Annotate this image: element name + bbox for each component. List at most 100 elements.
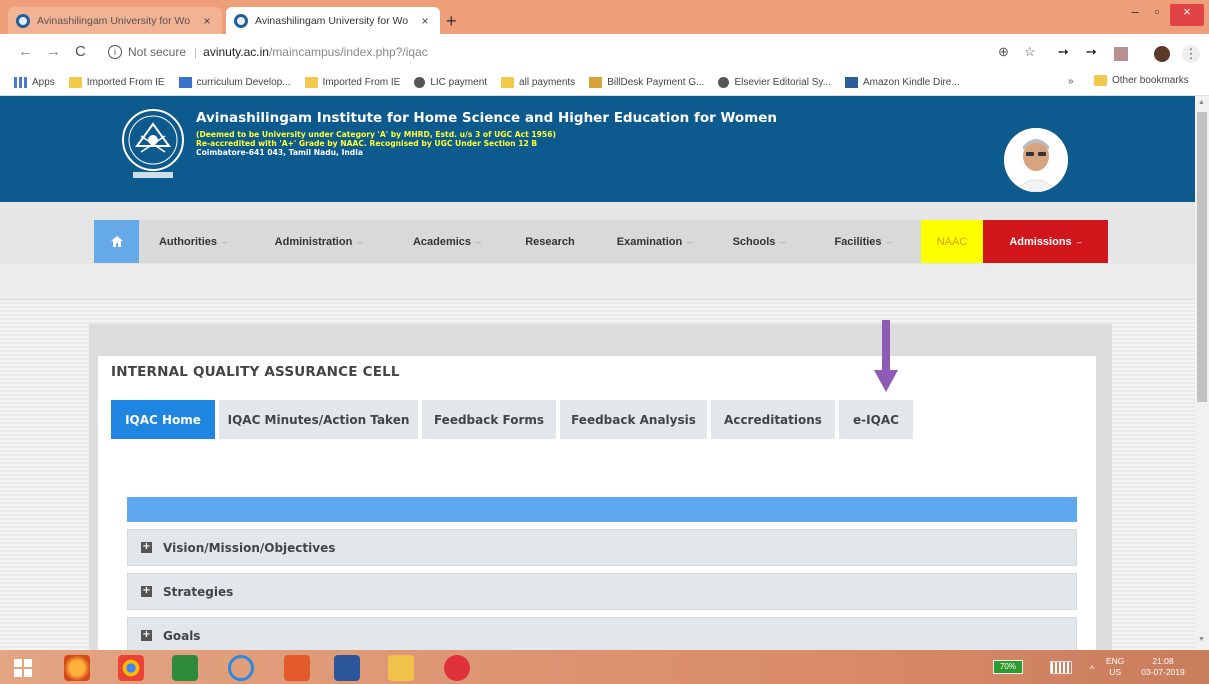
forward-button[interactable]: → [46, 43, 61, 60]
language-indicator[interactable]: ENG US [1106, 656, 1124, 678]
tab-title: Avinashilingam University for Wo [37, 14, 191, 27]
other-bookmarks[interactable]: Other bookmarks [1094, 75, 1189, 86]
scrollbar-thumb[interactable] [1197, 112, 1207, 402]
bookmark-label: Other bookmarks [1112, 75, 1189, 86]
windows-taskbar: 70% ^ ENG US 21:08 03-07-2019 [0, 650, 1209, 684]
window-maximize-button[interactable]: ▫ [1148, 4, 1166, 26]
word-icon[interactable] [334, 655, 360, 681]
scroll-up-icon[interactable]: ▲ [1198, 99, 1205, 106]
powerpoint-icon[interactable] [284, 655, 310, 681]
nav-item-research[interactable]: Research [504, 220, 596, 263]
language-code: ENG [1106, 656, 1125, 666]
bookmark-label: Imported From IE [86, 77, 165, 88]
tab-close-icon[interactable]: × [200, 14, 214, 28]
tab-iqac-minutes[interactable]: IQAC Minutes/Action Taken [219, 400, 418, 439]
bookmark-item[interactable]: all payments [501, 77, 575, 88]
tab-close-icon[interactable]: × [418, 14, 432, 28]
extension-icon[interactable] [1114, 47, 1128, 61]
card-icon [589, 77, 603, 88]
nav-item-schools[interactable]: Schools – [713, 220, 805, 263]
scroll-down-icon[interactable]: ▼ [1198, 636, 1205, 643]
bookmark-item[interactable]: curriculum Develop... [178, 77, 291, 88]
window-close-button[interactable]: × [1170, 4, 1204, 26]
nav-label: Admissions [1009, 235, 1072, 248]
chevron-down-icon: – [476, 236, 482, 247]
accordion-strategies[interactable]: + Strategies [127, 573, 1077, 610]
bookmark-item[interactable]: Imported From IE [304, 77, 400, 88]
reload-button[interactable]: C [75, 43, 86, 60]
browser-menu-icon[interactable]: ⋮ [1182, 45, 1200, 63]
bookmark-item[interactable]: LIC payment [414, 77, 487, 88]
nav-home[interactable] [94, 220, 139, 263]
bookmark-item[interactable]: Elsevier Editorial Sy... [718, 77, 831, 88]
browser-tab-strip: Avinashilingam University for Wo × Avina… [0, 0, 1209, 34]
url-separator: | [194, 45, 198, 59]
tab-title: Avinashilingam University for Wo [255, 14, 409, 27]
university-emblem-icon[interactable] [117, 106, 189, 182]
browser-tab-active[interactable]: Avinashilingam University for Wo × [226, 7, 440, 34]
tab-feedback-analysis[interactable]: Feedback Analysis [560, 400, 707, 439]
tab-accreditations[interactable]: Accreditations [711, 400, 835, 439]
bookmark-item[interactable]: Amazon Kindle Dire... [844, 77, 960, 88]
tab-feedback-forms[interactable]: Feedback Forms [422, 400, 556, 439]
nav-item-naac[interactable]: NAAC [921, 220, 983, 263]
site-favicon-icon [234, 13, 248, 28]
nav-item-facilities[interactable]: Facilities – [805, 220, 921, 263]
new-tab-button[interactable]: + [446, 11, 457, 32]
excel-icon[interactable] [172, 655, 198, 681]
expand-plus-icon: + [141, 541, 152, 553]
browser-tab[interactable]: Avinashilingam University for Wo × [8, 7, 222, 34]
s-icon [178, 77, 192, 88]
bookmark-apps[interactable]: Apps [14, 77, 55, 88]
site-header: Avinashilingam Institute for Home Scienc… [0, 96, 1195, 202]
bookmark-label: all payments [519, 77, 576, 88]
expand-plus-icon: + [141, 585, 152, 597]
home-icon [110, 236, 123, 247]
bookmarks-overflow-button[interactable]: » [1068, 76, 1074, 87]
back-button[interactable]: ← [18, 43, 33, 60]
content-band [0, 264, 1195, 300]
nav-item-examination[interactable]: Examination – [596, 220, 713, 263]
extension-arrow-icon[interactable]: ➙ [1086, 44, 1097, 60]
profile-avatar[interactable] [1154, 46, 1170, 62]
address-toolbar: ← → C i Not secure | avinuty.ac.in /main… [0, 34, 1209, 70]
nav-item-authorities[interactable]: Authorities – [139, 220, 247, 263]
url-host: avinuty.ac.in [203, 45, 269, 59]
info-icon[interactable]: i [108, 45, 122, 59]
accordion-vision-mission[interactable]: + Vision/Mission/Objectives [127, 529, 1077, 566]
battery-indicator[interactable]: 70% [993, 660, 1023, 674]
mail-icon[interactable] [444, 655, 470, 681]
chrome-icon[interactable] [118, 655, 144, 681]
institute-name: Avinashilingam Institute for Home Scienc… [196, 110, 777, 126]
bookmark-star-icon[interactable]: ☆ [1024, 44, 1036, 60]
accordion-header-bar [127, 497, 1077, 522]
nav-item-admissions[interactable]: Admissions – [983, 220, 1108, 263]
file-explorer-icon[interactable] [388, 655, 414, 681]
bookmark-item[interactable]: BillDesk Payment G... [589, 77, 704, 88]
extension-arrow-icon[interactable]: ➙ [1058, 44, 1069, 60]
nav-item-administration[interactable]: Administration – [247, 220, 390, 263]
zoom-icon[interactable]: ⊕ [998, 44, 1009, 60]
nav-label: Facilities [834, 235, 882, 248]
url-bar[interactable]: i Not secure | avinuty.ac.in /maincampus… [104, 40, 1104, 64]
globe-icon [718, 77, 730, 88]
nav-label: Examination [616, 235, 683, 248]
internet-explorer-icon[interactable] [228, 655, 254, 681]
system-clock[interactable]: 21:08 03-07-2019 [1138, 656, 1188, 678]
bookmark-label: curriculum Develop... [196, 77, 291, 88]
folder-icon [304, 77, 318, 88]
tab-iqac-home[interactable]: IQAC Home [111, 400, 215, 439]
windows-start-icon[interactable] [14, 659, 32, 677]
nav-label: Schools [732, 235, 776, 248]
nav-label: Authorities [158, 235, 218, 248]
nav-item-academics[interactable]: Academics – [390, 220, 504, 263]
web-page: Avinashilingam Institute for Home Scienc… [0, 96, 1195, 650]
chevron-down-icon: – [886, 236, 892, 247]
window-minimize-button[interactable]: – [1126, 4, 1144, 26]
tray-overflow-icon[interactable]: ^ [1090, 664, 1094, 674]
accordion-goals[interactable]: + Goals [127, 617, 1077, 650]
bookmark-item[interactable]: Imported From IE [68, 77, 165, 88]
firefox-icon[interactable] [64, 655, 90, 681]
keyboard-icon[interactable] [1050, 661, 1072, 674]
tab-e-iqac[interactable]: e-IQAC [839, 400, 913, 439]
